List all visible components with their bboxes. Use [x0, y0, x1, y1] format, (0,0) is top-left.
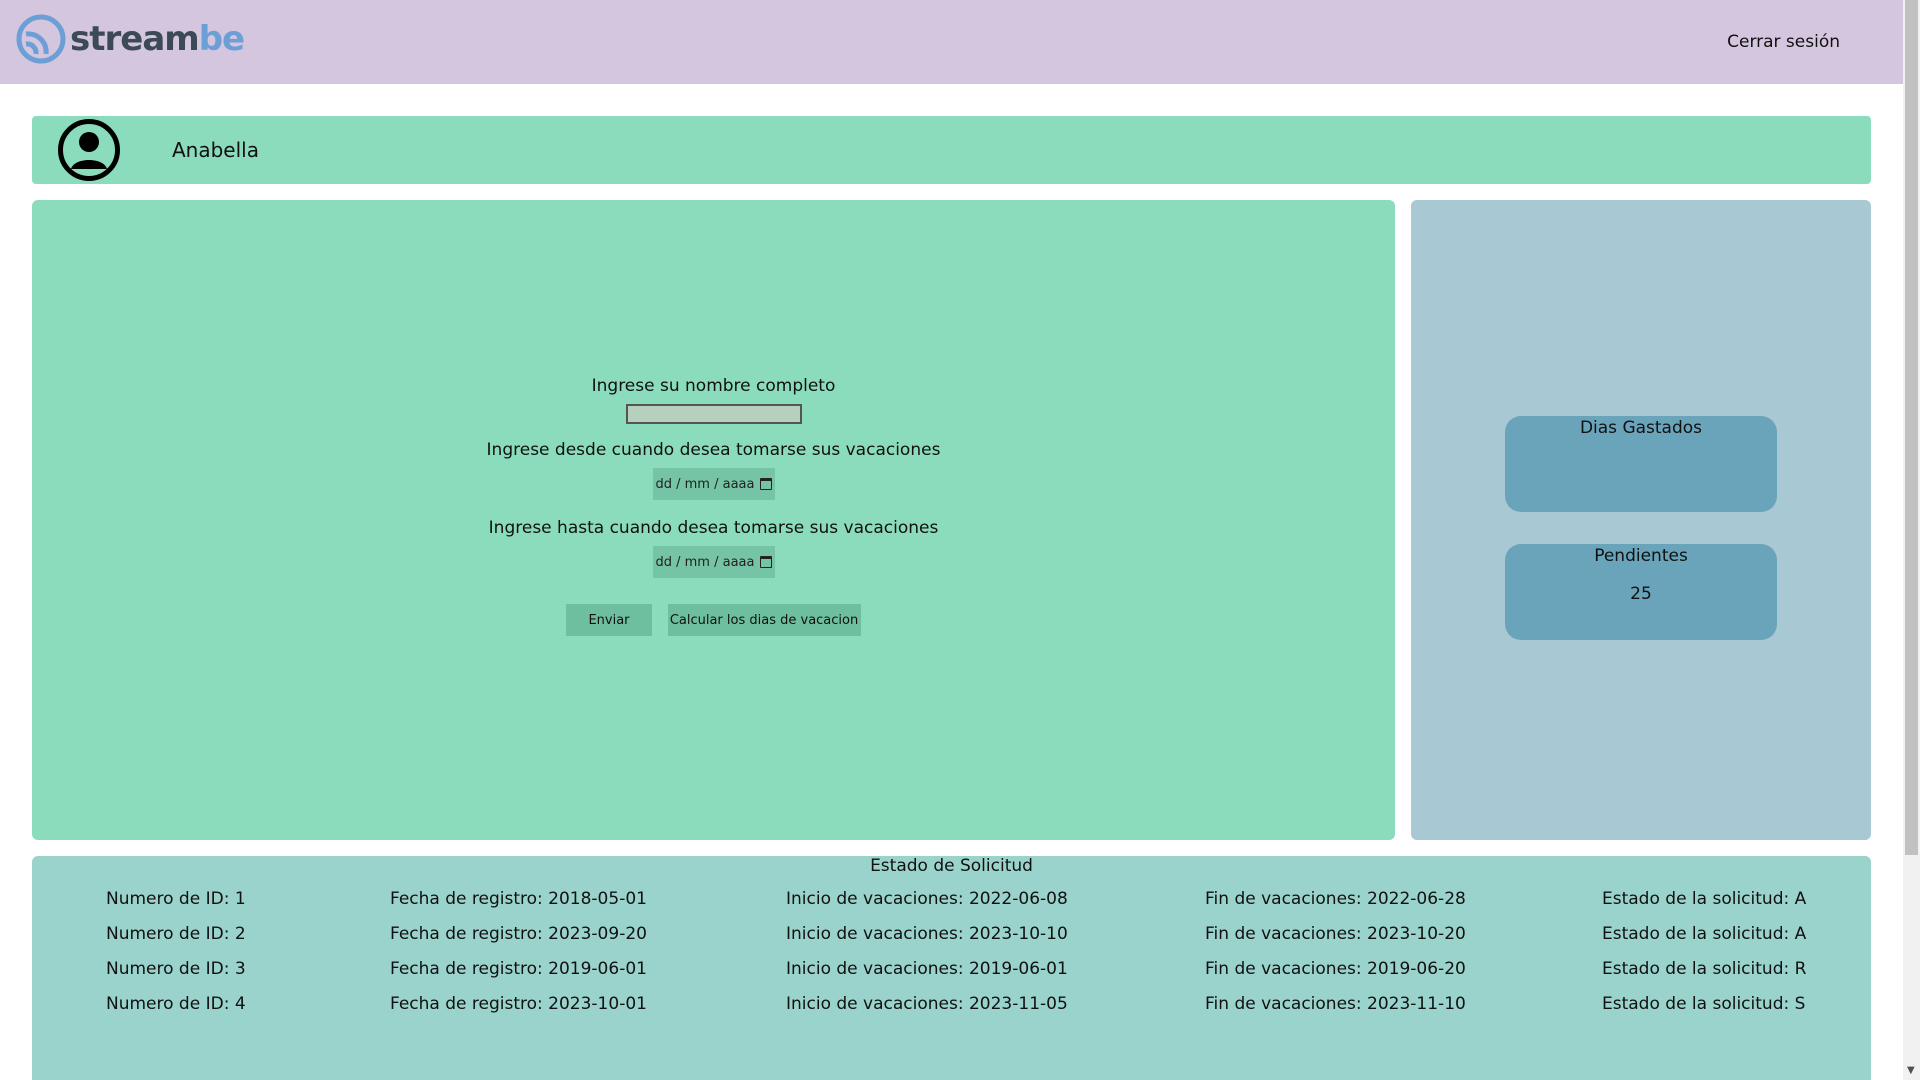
request-id: Numero de ID: 4: [106, 994, 246, 1014]
profile-name: Anabella: [172, 138, 259, 162]
logo-text-stream: stream: [70, 19, 200, 59]
logout-link[interactable]: Cerrar sesión: [1727, 32, 1840, 52]
vacation-form: Ingrese su nombre completo Ingrese desde…: [32, 376, 1395, 636]
list-item: Numero de ID: 2 Fecha de registro: 2023-…: [32, 924, 1871, 948]
list-item: Numero de ID: 1 Fecha de registro: 2018-…: [32, 889, 1871, 913]
calculate-days-button[interactable]: Calcular los dias de vacacion: [667, 604, 861, 636]
list-item: Numero de ID: 3 Fecha de registro: 2019-…: [32, 959, 1871, 983]
request-registered-date: Fecha de registro: 2023-09-20: [390, 924, 647, 944]
days-spent-card: Dias Gastados: [1505, 416, 1777, 512]
vacation-stats-panel: Dias Gastados Pendientes 25: [1411, 200, 1871, 840]
request-id: Numero de ID: 1: [106, 889, 246, 909]
request-start-date: Inicio de vacaciones: 2019-06-01: [786, 959, 1068, 979]
from-date-input[interactable]: dd / mm / aaaa: [652, 468, 775, 500]
days-spent-title: Dias Gastados: [1579, 418, 1703, 438]
submit-button[interactable]: Enviar: [566, 604, 652, 636]
request-id: Numero de ID: 3: [106, 959, 246, 979]
list-item: Numero de ID: 4 Fecha de registro: 2023-…: [32, 994, 1871, 1018]
days-pending-title: Pendientes: [1594, 546, 1688, 566]
days-pending-card: Pendientes 25: [1505, 544, 1777, 640]
request-id: Numero de ID: 2: [106, 924, 246, 944]
request-end-date: Fin de vacaciones: 2023-10-20: [1205, 924, 1466, 944]
request-status-title: Estado de Solicitud: [870, 856, 1033, 876]
scrollbar[interactable]: ▼: [1903, 0, 1920, 1080]
request-state: Estado de la solicitud: R: [1602, 959, 1807, 979]
days-pending-value: 25: [1630, 584, 1652, 604]
name-label: Ingrese su nombre completo: [591, 376, 836, 396]
logo[interactable]: streambe: [16, 14, 245, 64]
request-end-date: Fin de vacaciones: 2023-11-10: [1205, 994, 1466, 1014]
request-status-panel: Estado de Solicitud Numero de ID: 1 Fech…: [32, 856, 1871, 1080]
calendar-icon[interactable]: [759, 556, 772, 568]
from-date-placeholder: dd / mm / aaaa: [655, 476, 755, 492]
to-date-label: Ingrese hasta cuando desea tomarse sus v…: [488, 518, 939, 538]
logo-text-be: be: [198, 19, 245, 59]
request-start-date: Inicio de vacaciones: 2022-06-08: [786, 889, 1068, 909]
request-registered-date: Fecha de registro: 2019-06-01: [390, 959, 647, 979]
request-end-date: Fin de vacaciones: 2022-06-28: [1205, 889, 1466, 909]
user-avatar-icon: [58, 119, 120, 181]
vacation-form-panel: Ingrese su nombre completo Ingrese desde…: [32, 200, 1395, 840]
request-registered-date: Fecha de registro: 2018-05-01: [390, 889, 647, 909]
calendar-icon[interactable]: [759, 478, 772, 490]
request-state: Estado de la solicitud: A: [1602, 924, 1807, 944]
request-state: Estado de la solicitud: S: [1602, 994, 1806, 1014]
form-buttons: Enviar Calcular los dias de vacacion: [566, 604, 861, 636]
to-date-input[interactable]: dd / mm / aaaa: [652, 546, 775, 578]
request-start-date: Inicio de vacaciones: 2023-11-05: [786, 994, 1068, 1014]
streambe-logo-icon: [16, 14, 66, 64]
logo-text: streambe: [70, 19, 245, 59]
from-date-label: Ingrese desde cuando desea tomarse sus v…: [486, 440, 941, 460]
profile-bar: Anabella: [32, 116, 1871, 184]
request-registered-date: Fecha de registro: 2023-10-01: [390, 994, 647, 1014]
header: streambe Cerrar sesión: [0, 0, 1903, 84]
scroll-down-arrow-icon[interactable]: ▼: [1907, 1065, 1915, 1076]
to-date-placeholder: dd / mm / aaaa: [655, 554, 755, 570]
scrollbar-thumb[interactable]: [1905, 0, 1918, 855]
request-state: Estado de la solicitud: A: [1602, 889, 1807, 909]
request-end-date: Fin de vacaciones: 2019-06-20: [1205, 959, 1466, 979]
full-name-input[interactable]: [625, 404, 802, 424]
request-start-date: Inicio de vacaciones: 2023-10-10: [786, 924, 1068, 944]
